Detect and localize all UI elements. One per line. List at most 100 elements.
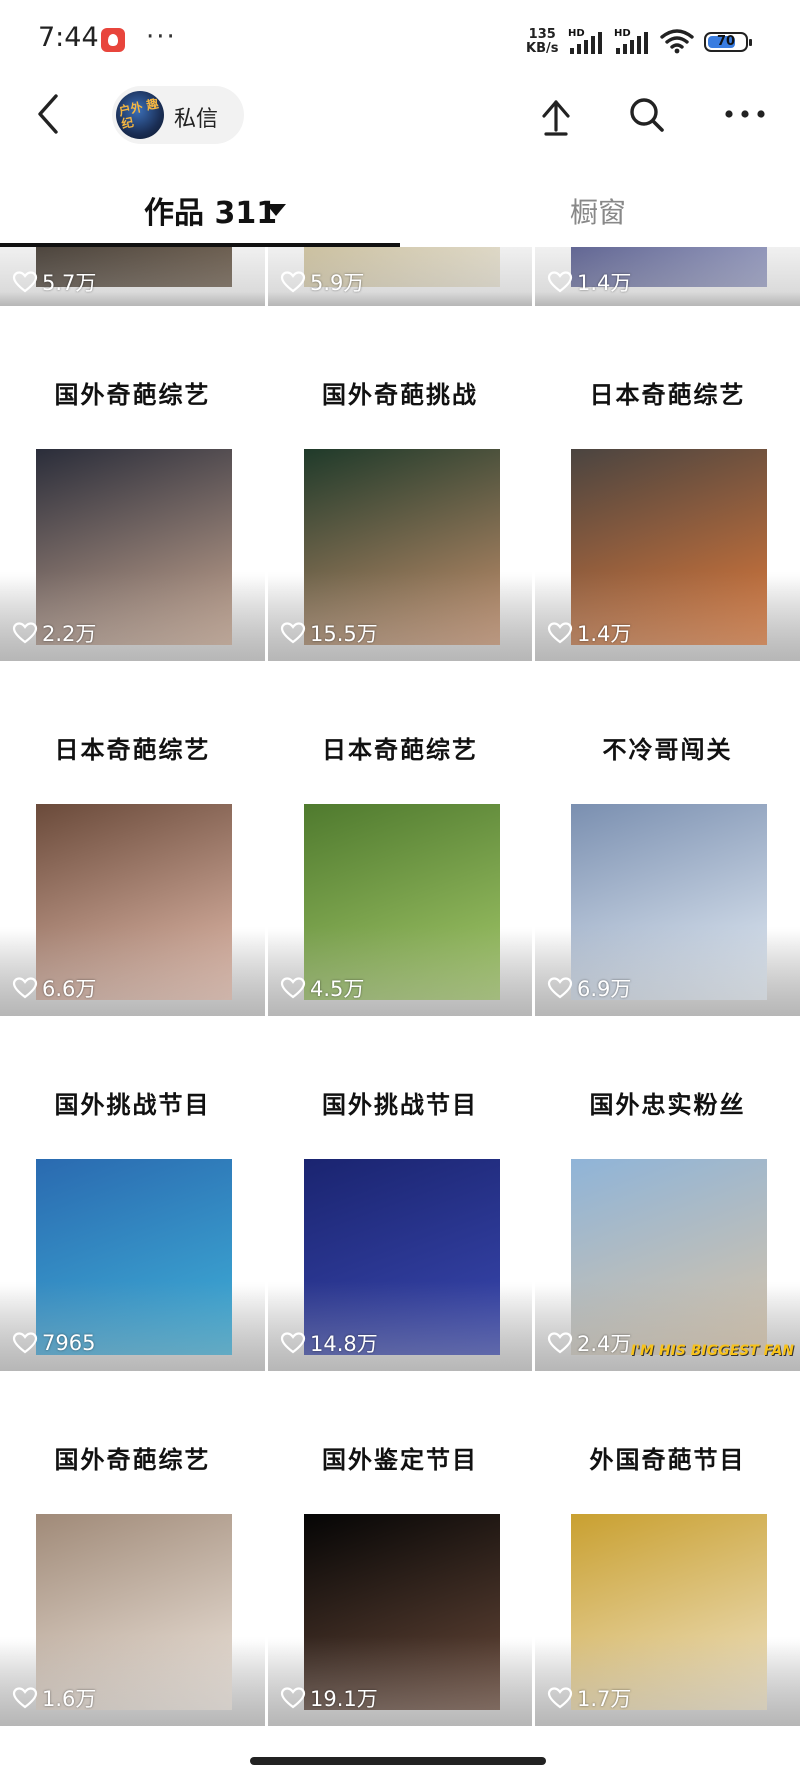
video-card[interactable]: 国外挑战节目 14.8万 <box>268 1019 532 1371</box>
video-card[interactable]: 国外挑战节目 7965 <box>0 1019 265 1371</box>
like-count-value: 2.2万 <box>42 622 97 646</box>
wifi-icon <box>660 29 694 54</box>
like-count-value: 6.9万 <box>577 977 632 1001</box>
cellular-signal-1-icon: HD <box>568 28 604 54</box>
video-title: 日本奇葩综艺 <box>589 381 746 409</box>
video-card[interactable]: 日本奇葩综艺 4.5万 <box>268 664 532 1016</box>
heart-icon <box>280 622 306 644</box>
tab-shop[interactable]: 橱窗 <box>570 191 626 231</box>
like-count: 1.4万 <box>547 268 631 296</box>
app-notification-icon <box>101 28 125 52</box>
message-button-label: 私信 <box>174 107 219 132</box>
like-count-value: 1.6万 <box>42 1687 97 1711</box>
video-title: 国外奇葩综艺 <box>54 1446 211 1474</box>
like-count: 15.5万 <box>280 619 378 647</box>
like-count: 6.6万 <box>12 974 96 1002</box>
home-indicator[interactable] <box>250 1757 546 1765</box>
hd-label: HD <box>568 28 585 39</box>
heart-icon <box>280 1687 306 1709</box>
heart-icon <box>12 1687 38 1709</box>
heart-icon <box>547 1687 573 1709</box>
video-card-partial[interactable]: 5.7万 <box>0 247 265 306</box>
video-card[interactable]: 国外奇葩综艺 2.2万 <box>0 309 265 661</box>
like-count-value: 1.4万 <box>577 271 632 295</box>
video-title: 不冷哥闯关 <box>602 736 733 764</box>
heart-icon <box>12 977 38 999</box>
battery-level: 70 <box>716 34 736 49</box>
like-count-value: 5.9万 <box>310 271 365 295</box>
more-notifications-icon: ··· <box>146 22 177 52</box>
like-count: 5.7万 <box>12 268 96 296</box>
heart-icon <box>280 1332 306 1354</box>
like-count: 19.1万 <box>280 1684 378 1712</box>
heart-icon <box>12 1332 38 1354</box>
network-speed: 135 KB/s <box>526 28 558 56</box>
caret-down-icon[interactable] <box>266 204 286 216</box>
search-icon[interactable] <box>624 90 668 138</box>
video-card[interactable]: 不冷哥闯关 6.9万 <box>535 664 800 1016</box>
like-count: 5.9万 <box>280 268 364 296</box>
like-count: 2.2万 <box>12 619 96 647</box>
hd-label-2: HD <box>614 28 631 39</box>
status-time: 7:44 <box>38 22 99 53</box>
share-top-icon[interactable] <box>534 90 578 138</box>
like-count-value: 14.8万 <box>310 1332 378 1356</box>
video-title: 国外忠实粉丝 <box>589 1091 746 1119</box>
video-title: 国外奇葩综艺 <box>54 381 211 409</box>
video-card-partial[interactable]: 5.9万 <box>268 247 532 306</box>
network-speed-unit: KB/s <box>526 41 559 56</box>
video-title: 国外挑战节目 <box>54 1091 211 1119</box>
video-title: 日本奇葩综艺 <box>54 736 211 764</box>
more-options-icon[interactable] <box>720 90 770 138</box>
like-count: 14.8万 <box>280 1329 378 1357</box>
heart-icon <box>12 622 38 644</box>
like-count-value: 1.7万 <box>577 1687 632 1711</box>
video-title: 日本奇葩综艺 <box>322 736 478 764</box>
heart-icon <box>547 622 573 644</box>
like-count-value: 7965 <box>42 1331 96 1355</box>
video-card[interactable]: 国外奇葩挑战 15.5万 <box>268 309 532 661</box>
heart-icon <box>280 271 306 293</box>
like-count-value: 4.5万 <box>310 977 365 1001</box>
bottom-bar <box>0 1732 800 1778</box>
status-bar: 7:44 ··· 135 KB/s HD HD 70 <box>0 0 800 80</box>
battery-icon: 70 <box>704 32 752 52</box>
video-card[interactable]: 国外鉴定节目 19.1万 <box>268 1374 532 1726</box>
avatar-text: 户外 趣纪 <box>117 96 160 132</box>
like-count: 1.6万 <box>12 1684 96 1712</box>
video-card[interactable]: 外国奇葩节目 1.7万 <box>535 1374 800 1726</box>
like-count-value: 1.4万 <box>577 622 632 646</box>
like-count-value: 5.7万 <box>42 271 97 295</box>
heart-icon <box>12 271 38 293</box>
like-count-value: 6.6万 <box>42 977 97 1001</box>
video-title: 国外奇葩挑战 <box>322 381 478 409</box>
tab-works[interactable]: 作品 311 <box>144 188 277 232</box>
like-count: 1.4万 <box>547 619 631 647</box>
heart-icon <box>280 977 306 999</box>
cellular-signal-2-icon: HD <box>614 28 650 54</box>
like-count-value: 15.5万 <box>310 622 378 646</box>
like-count: 4.5万 <box>280 974 364 1002</box>
video-card-partial[interactable]: 1.4万 <box>535 247 800 306</box>
video-card[interactable]: 日本奇葩综艺 6.6万 <box>0 664 265 1016</box>
video-title: 国外挑战节目 <box>322 1091 478 1119</box>
like-count: 7965 <box>12 1329 95 1357</box>
back-button[interactable] <box>30 88 66 140</box>
like-count-value: 19.1万 <box>310 1687 378 1711</box>
avatar: 户外 趣纪 <box>116 91 164 139</box>
like-count: 6.9万 <box>547 974 631 1002</box>
video-card[interactable]: 日本奇葩综艺 1.4万 <box>535 309 800 661</box>
heart-icon <box>547 271 573 293</box>
like-count-value: 2.4万 <box>577 1332 632 1356</box>
message-chip[interactable]: 户外 趣纪 私信 <box>112 86 244 144</box>
heart-icon <box>547 977 573 999</box>
like-count: 1.7万 <box>547 1684 631 1712</box>
video-card[interactable]: 国外奇葩综艺 1.6万 <box>0 1374 265 1726</box>
video-title: 外国奇葩节目 <box>589 1446 746 1474</box>
video-title: 国外鉴定节目 <box>322 1446 478 1474</box>
heart-icon <box>547 1332 573 1354</box>
video-card[interactable]: 国外忠实粉丝 I'M HIS BIGGEST FAN 2.4万 <box>535 1019 800 1371</box>
video-grid: 5.7万 5.9万 1.4万 国外奇葩综艺 2.2万 国外奇葩挑战 15.5万 日本奇葩综艺 1… <box>0 247 800 1732</box>
network-speed-value: 135 <box>528 27 556 42</box>
like-count: 2.4万 <box>547 1329 631 1357</box>
